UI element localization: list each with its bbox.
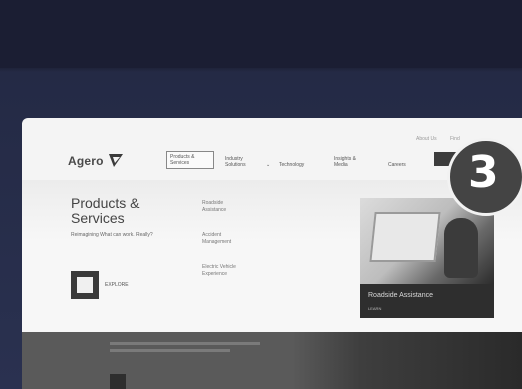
website-preview: About Us Find Agero Products & Services … — [22, 118, 522, 389]
nav-technology[interactable]: Technology — [279, 162, 304, 168]
mega-menu-title: Products & Services — [71, 195, 140, 226]
hero-photo — [292, 332, 522, 389]
feature-card-title: Roadside Assistance — [368, 292, 433, 299]
menu-link-roadside[interactable]: Roadside Assistance — [202, 200, 242, 214]
site-logo[interactable]: Agero — [68, 154, 104, 168]
menu-link-accident[interactable]: Accident Management — [202, 232, 247, 246]
step-badge: 3 — [447, 138, 522, 216]
feature-card[interactable]: Roadside Assistance LEARN — [360, 198, 494, 318]
nav-careers[interactable]: Careers — [388, 162, 406, 168]
monitor-image — [369, 212, 441, 262]
menu-link-electric-vehicle[interactable]: Electric Vehicle Experience — [202, 264, 262, 278]
chevron-down-icon: ⌄ — [266, 162, 271, 168]
step-number: 3 — [468, 147, 499, 198]
top-band — [0, 0, 522, 68]
utility-link-find[interactable]: Find — [450, 136, 460, 142]
logo-mark-icon — [109, 154, 123, 167]
nav-industry-solutions[interactable]: Industry Solutions — [225, 156, 261, 168]
feature-card-link[interactable]: LEARN — [368, 306, 381, 311]
agent-person-image — [444, 218, 478, 278]
nav-insights-media[interactable]: Insights & Media — [334, 156, 368, 168]
explore-button[interactable] — [71, 271, 99, 299]
hero-text-lines — [110, 342, 270, 356]
nav-products-services[interactable]: Products & Services — [166, 151, 214, 169]
utility-link-about[interactable]: About Us — [416, 136, 437, 142]
hero-square-icon — [110, 374, 126, 389]
mega-menu-description: Reimagining What can work. Really? — [71, 232, 153, 238]
square-icon — [77, 277, 93, 293]
explore-label[interactable]: EXPLORE — [105, 282, 129, 288]
